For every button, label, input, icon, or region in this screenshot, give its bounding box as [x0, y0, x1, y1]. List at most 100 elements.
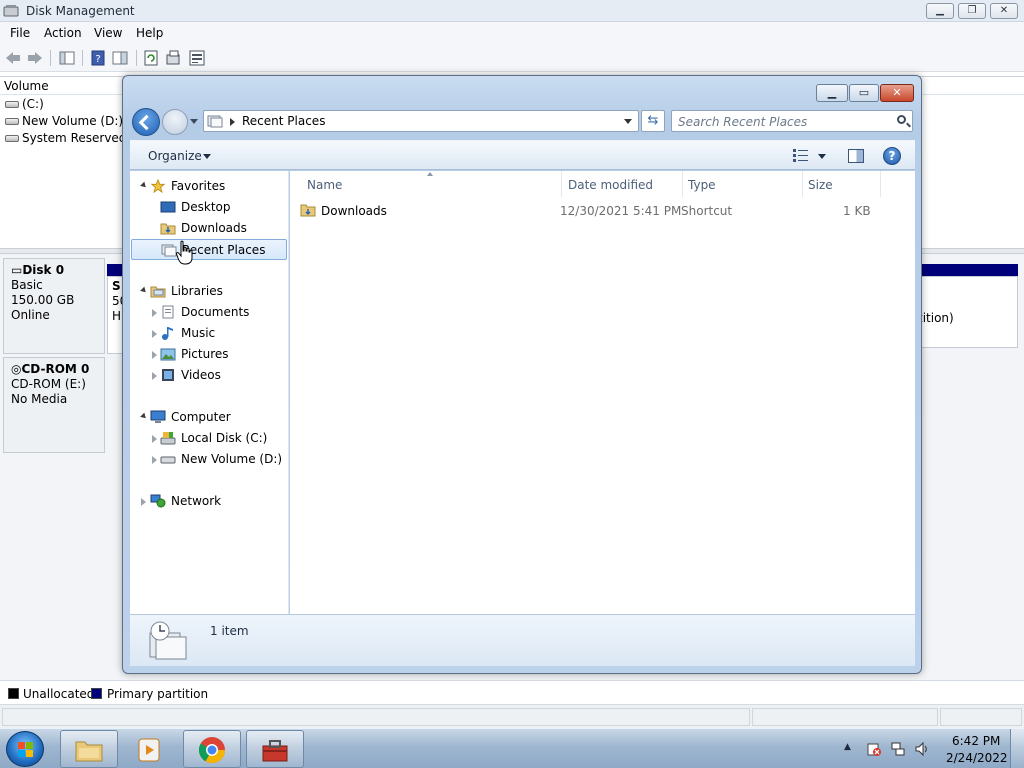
organize-button[interactable]: Organize	[148, 149, 202, 163]
partition-system-reserved[interactable]: S 50 H	[107, 276, 123, 354]
nav-new-volume-d[interactable]: New Volume (D:)	[130, 449, 289, 470]
drive-icon	[5, 101, 19, 108]
address-dropdown-icon[interactable]	[624, 119, 632, 124]
nav-downloads[interactable]: Downloads	[130, 218, 289, 239]
nav-computer[interactable]: Computer	[130, 407, 289, 428]
change-view-icon[interactable]	[793, 149, 809, 162]
media-player-icon	[138, 738, 160, 762]
minimize-button[interactable]: ▁	[926, 3, 954, 19]
column-header-date-modified[interactable]: Date modified	[568, 178, 653, 192]
column-header-volume[interactable]: Volume	[4, 79, 49, 93]
file-row[interactable]: Downloads 12/30/2021 5:41 PM Shortcut 1 …	[300, 199, 900, 221]
show-desktop-button[interactable]	[1010, 729, 1024, 768]
menu-view[interactable]: View	[94, 26, 122, 40]
details-pane: 1 item	[130, 614, 915, 666]
disk-properties-icon[interactable]	[188, 49, 206, 67]
help-icon[interactable]: ?	[883, 147, 901, 165]
forward-arrow-icon[interactable]	[26, 49, 44, 67]
expand-arrow-icon[interactable]	[152, 330, 157, 338]
expand-arrow-icon[interactable]	[140, 412, 148, 421]
partition-new-volume[interactable]: tition)	[921, 276, 1018, 348]
back-button[interactable]	[132, 108, 160, 136]
disk-management-icon	[3, 5, 19, 17]
expand-arrow-icon[interactable]	[141, 498, 146, 506]
volume-row[interactable]: System Reserved	[5, 131, 126, 145]
volume-row[interactable]: (C:)	[5, 97, 44, 111]
close-button[interactable]: ✕	[990, 3, 1018, 19]
expand-arrow-icon[interactable]	[152, 351, 157, 359]
column-header-name[interactable]: Name	[307, 178, 342, 192]
windows-logo-icon	[18, 742, 34, 758]
nav-documents[interactable]: Documents	[130, 302, 289, 323]
nav-libraries[interactable]: Libraries	[130, 281, 289, 302]
forward-button[interactable]	[162, 109, 188, 135]
taskbar-toolbox[interactable]	[246, 730, 304, 768]
expand-arrow-icon[interactable]	[140, 286, 148, 295]
explorer-maximize-button[interactable]: ▭	[849, 84, 879, 102]
menu-help[interactable]: Help	[136, 26, 163, 40]
explorer-minimize-button[interactable]: ▁	[816, 84, 848, 102]
console-tree-icon[interactable]	[58, 49, 76, 67]
refresh-icon[interactable]	[142, 49, 160, 67]
search-box[interactable]	[671, 110, 913, 132]
clock-date[interactable]: 2/24/2022	[946, 751, 1008, 765]
taskbar-chrome[interactable]	[183, 730, 241, 768]
address-bar[interactable]: Recent Places	[203, 110, 639, 132]
properties-icon[interactable]	[111, 49, 129, 67]
nav-favorites[interactable]: Favorites	[130, 176, 289, 197]
refresh-button[interactable]: ⇆	[641, 110, 665, 132]
column-header-type[interactable]: Type	[688, 178, 716, 192]
search-input[interactable]	[678, 114, 888, 129]
volume-icon[interactable]	[914, 741, 930, 757]
drive-icon	[5, 135, 19, 142]
nav-pictures[interactable]: Pictures	[130, 344, 289, 365]
nav-network[interactable]: Network	[130, 491, 289, 512]
taskbar-explorer[interactable]	[60, 730, 118, 768]
expand-arrow-icon[interactable]	[152, 309, 157, 317]
menu-file[interactable]: File	[10, 26, 30, 40]
cdrom-0-card[interactable]: ◎CD-ROM 0 CD-ROM (E:) No Media	[3, 357, 105, 453]
nav-local-disk-c[interactable]: Local Disk (C:)	[130, 428, 289, 449]
expand-arrow-icon[interactable]	[152, 372, 157, 380]
file-name: Downloads	[321, 204, 387, 218]
expand-arrow-icon[interactable]	[140, 181, 148, 190]
maximize-icon: ▭	[858, 86, 870, 99]
help-book-icon[interactable]: ?	[89, 49, 107, 67]
action-center-icon[interactable]	[866, 741, 882, 757]
close-icon: ✕	[999, 5, 1009, 16]
breadcrumb-current[interactable]: Recent Places	[242, 114, 325, 128]
recent-places-large-icon	[149, 621, 187, 660]
back-arrow-icon[interactable]	[4, 49, 22, 67]
taskbar-media-player[interactable]	[120, 730, 178, 768]
nav-music[interactable]: Music	[130, 323, 289, 344]
breadcrumb-separator-icon[interactable]	[230, 118, 235, 126]
expand-arrow-icon[interactable]	[152, 435, 157, 443]
recent-pages-dropdown[interactable]	[190, 119, 198, 124]
rescan-disks-icon[interactable]	[164, 49, 182, 67]
preview-pane-icon[interactable]	[848, 149, 864, 163]
search-icon[interactable]	[897, 115, 906, 124]
navigation-pane: Favorites Desktop Downloads Recent Place…	[130, 171, 289, 614]
volume-row[interactable]: New Volume (D:)	[5, 114, 123, 128]
close-icon: ✕	[892, 86, 902, 99]
legend: Unallocated Primary partition	[0, 680, 1024, 704]
downloads-shortcut-icon	[300, 204, 316, 217]
show-hidden-icons-icon[interactable]: ▲	[844, 742, 860, 758]
taskbar: ▲ 6:42 PM 2/24/2022	[0, 728, 1024, 768]
column-header-size[interactable]: Size	[808, 178, 833, 192]
start-button[interactable]	[6, 731, 44, 767]
nav-desktop[interactable]: Desktop	[130, 197, 289, 218]
explorer-close-button[interactable]: ✕	[880, 84, 914, 102]
view-options-dropdown[interactable]	[818, 154, 826, 159]
network-status-icon[interactable]	[890, 741, 906, 757]
nav-recent-places[interactable]: Recent Places	[131, 239, 287, 260]
legend-label-primary: Primary partition	[107, 687, 209, 701]
expand-arrow-icon[interactable]	[152, 456, 157, 464]
nav-videos[interactable]: Videos	[130, 365, 289, 386]
disk-0-card[interactable]: ▭Disk 0 Basic 150.00 GB Online	[3, 258, 105, 354]
menu-action[interactable]: Action	[44, 26, 82, 40]
documents-icon	[162, 305, 174, 319]
drive-icon	[160, 456, 176, 464]
restore-button[interactable]: ❐	[958, 3, 986, 19]
clock-time[interactable]: 6:42 PM	[952, 734, 1000, 748]
